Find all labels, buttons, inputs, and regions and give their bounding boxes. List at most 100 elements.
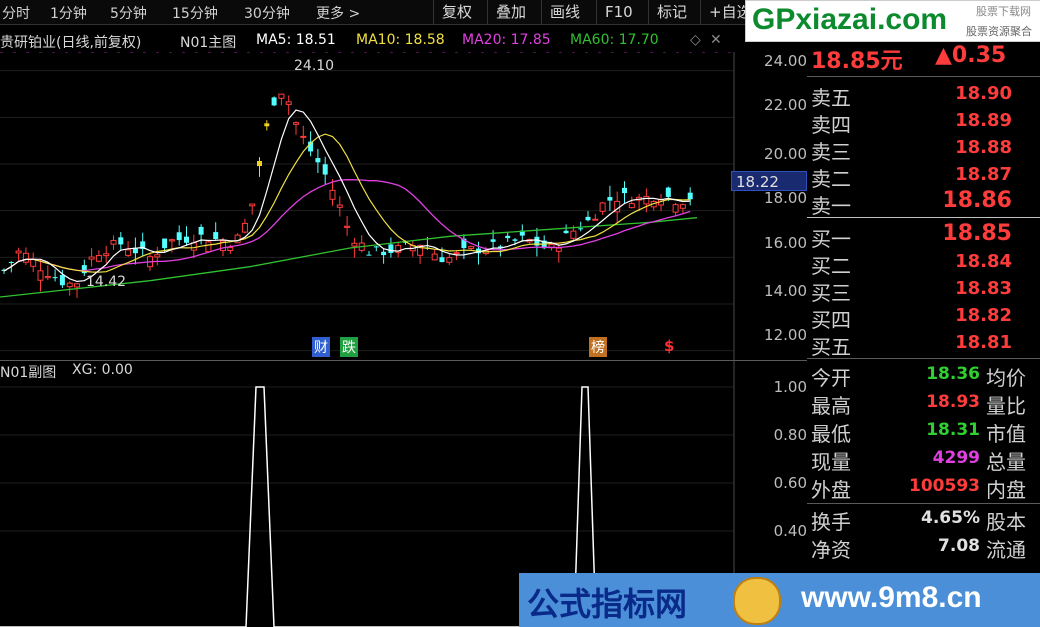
stat-label-2: 市值 bbox=[986, 422, 1026, 446]
stat-row: 净资 7.08 流通 bbox=[807, 534, 1040, 562]
stat-label-2: 流通 bbox=[986, 538, 1026, 562]
candle-body bbox=[110, 239, 117, 245]
candle-body bbox=[578, 228, 584, 230]
timeframe-tab-1min[interactable]: 1分钟 bbox=[50, 3, 87, 23]
watermark-bottom-url: www.9m8.cn bbox=[801, 581, 982, 614]
candle-body bbox=[271, 97, 277, 106]
stat-label: 最高 bbox=[811, 394, 851, 418]
main-indicator-name[interactable]: N01主图 bbox=[180, 32, 236, 52]
event-tag-drop[interactable]: 跌 bbox=[340, 337, 358, 357]
candle-body bbox=[59, 275, 65, 286]
adjust-button[interactable]: 复权 bbox=[433, 0, 480, 24]
candle-body bbox=[227, 246, 234, 252]
candle-body bbox=[74, 283, 80, 288]
ask-level-2[interactable]: 卖二 18.87 bbox=[807, 163, 1040, 191]
candle-body bbox=[329, 189, 336, 200]
candle-body bbox=[373, 246, 379, 248]
candle-body bbox=[563, 230, 569, 234]
candle-body bbox=[315, 158, 321, 163]
candlestick-chart[interactable] bbox=[0, 52, 807, 360]
bid-price: 18.82 bbox=[955, 305, 1012, 326]
timeframe-more-button[interactable]: 更多 > bbox=[316, 3, 360, 23]
candle-body bbox=[570, 230, 577, 239]
quote-panel: 18.85元 ▲0.35 卖五 18.90 卖四 18.89 卖三 18.88 卖二 18.8… bbox=[807, 40, 1040, 627]
timeframe-tab-intraday[interactable]: 分时 bbox=[2, 3, 30, 23]
candle-body bbox=[37, 270, 44, 281]
sub-y-tick-0.8: 0.80 bbox=[773, 426, 807, 444]
y-tick-16: 16.00 bbox=[764, 234, 807, 252]
bid-price: 18.81 bbox=[955, 332, 1012, 353]
price-change: ▲0.35 bbox=[935, 43, 1007, 68]
stat-label-2: 总量 bbox=[986, 450, 1026, 474]
event-tag-finance[interactable]: 财 bbox=[312, 337, 330, 357]
bid-level-1[interactable]: 买一 18.85 bbox=[807, 221, 1040, 251]
ma10-line bbox=[3, 133, 691, 273]
candle-body bbox=[15, 250, 22, 254]
stat-label: 今开 bbox=[811, 366, 851, 390]
ask-level-3[interactable]: 卖三 18.88 bbox=[807, 136, 1040, 164]
stat-label: 净资 bbox=[811, 538, 851, 562]
bid-level-4[interactable]: 买四 18.82 bbox=[807, 304, 1040, 332]
candle-body bbox=[555, 247, 562, 252]
bid-level-3[interactable]: 买三 18.83 bbox=[807, 277, 1040, 305]
stat-label: 现量 bbox=[811, 450, 851, 474]
overlay-button[interactable]: 叠加 bbox=[487, 0, 534, 24]
candle-body bbox=[490, 239, 496, 242]
candle-body bbox=[52, 277, 58, 279]
candle-body bbox=[293, 122, 299, 125]
candle-body bbox=[162, 238, 168, 249]
candle-body bbox=[679, 204, 686, 209]
diamond-icon[interactable]: ◇ bbox=[690, 32, 701, 48]
stat-value: 18.36 bbox=[926, 364, 980, 384]
candle-body bbox=[585, 216, 591, 221]
stat-label-2: 股本 bbox=[986, 510, 1026, 534]
candle-body bbox=[628, 203, 635, 209]
timeframe-tab-15min[interactable]: 15分钟 bbox=[172, 3, 218, 23]
candle-body bbox=[687, 192, 693, 200]
close-icon[interactable]: ✕ bbox=[710, 32, 722, 48]
ask-price: 18.86 bbox=[942, 188, 1012, 213]
f10-button[interactable]: F10 bbox=[596, 0, 641, 24]
ask-label: 卖一 bbox=[811, 194, 851, 218]
candle-body bbox=[599, 202, 606, 212]
candle-body bbox=[249, 203, 256, 207]
candle-body bbox=[505, 235, 511, 239]
candle-body bbox=[344, 225, 351, 228]
ask-level-1[interactable]: 卖一 18.86 bbox=[807, 188, 1040, 218]
ask-label: 卖二 bbox=[811, 167, 851, 191]
bid-label: 买五 bbox=[811, 335, 851, 359]
bid-label: 买四 bbox=[811, 308, 851, 332]
ask-level-5[interactable]: 卖五 18.90 bbox=[807, 82, 1040, 110]
timeframe-tab-30min[interactable]: 30分钟 bbox=[244, 3, 290, 23]
ask-level-4[interactable]: 卖四 18.89 bbox=[807, 109, 1040, 137]
candle-body bbox=[643, 195, 650, 205]
stat-value: 7.08 bbox=[938, 536, 980, 556]
mark-button[interactable]: 标记 bbox=[648, 0, 695, 24]
watermark-bottom-title: 公式指标网 bbox=[527, 585, 688, 623]
ask-price: 18.87 bbox=[955, 164, 1012, 185]
candle-body bbox=[118, 237, 124, 245]
candle-body bbox=[22, 252, 29, 263]
last-price: 18.85元 bbox=[811, 49, 903, 74]
bid-level-5[interactable]: 买五 18.81 bbox=[807, 331, 1040, 359]
y-tick-20: 20.00 bbox=[764, 145, 807, 163]
watermark-logo-text: GPxiazai.com bbox=[752, 3, 948, 36]
candle-body bbox=[66, 282, 73, 288]
candle-body bbox=[431, 253, 438, 261]
candle-body bbox=[453, 252, 460, 255]
candle-body bbox=[607, 197, 613, 201]
event-tag-list[interactable]: 榜 bbox=[589, 337, 607, 357]
sub-y-tick-0.4: 0.40 bbox=[773, 522, 807, 540]
candle-body bbox=[336, 204, 343, 208]
candle-body bbox=[285, 101, 292, 105]
stat-label: 最低 bbox=[811, 422, 851, 446]
candle-body bbox=[257, 161, 262, 167]
timeframe-tab-5min[interactable]: 5分钟 bbox=[110, 3, 147, 23]
event-tag-dollar[interactable]: $ bbox=[664, 337, 674, 355]
bid-label: 买三 bbox=[811, 281, 851, 305]
candle-body bbox=[322, 164, 328, 175]
candle-body bbox=[95, 254, 102, 262]
candle-body bbox=[366, 254, 372, 256]
draw-line-button[interactable]: 画线 bbox=[541, 0, 588, 24]
bid-level-2[interactable]: 买二 18.84 bbox=[807, 250, 1040, 278]
